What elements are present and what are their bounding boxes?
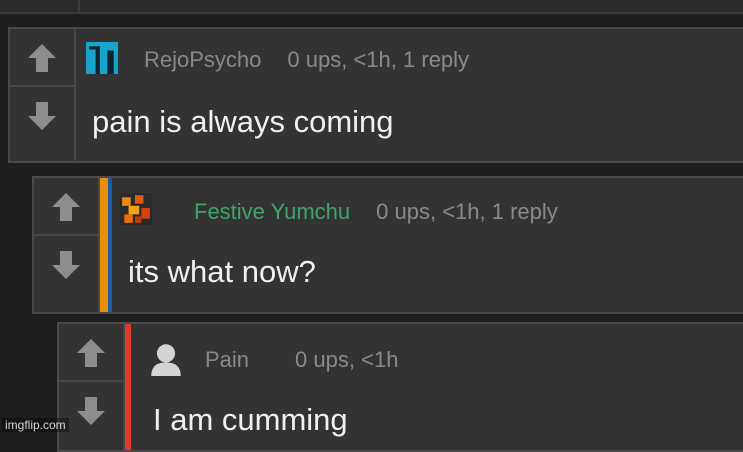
user-avatar[interactable] — [120, 192, 152, 226]
thread-color-bar — [100, 178, 108, 312]
divider — [78, 0, 80, 12]
vote-column — [34, 178, 100, 312]
comment-meta: Festive Yumchu 0 ups, <1h, 1 reply — [194, 196, 558, 228]
up-arrow-icon — [52, 193, 80, 221]
down-arrow-icon — [52, 251, 80, 279]
thread-color-bar-inner — [108, 178, 112, 312]
stat-sep: , — [348, 347, 362, 372]
upvote-button[interactable] — [10, 29, 74, 87]
comment-2: Festive Yumchu 0 ups, <1h, 1 reply its w… — [32, 176, 743, 314]
up-arrow-icon — [77, 339, 105, 367]
username-link[interactable]: Festive Yumchu — [194, 199, 350, 225]
downvote-button[interactable] — [10, 87, 74, 145]
comment-stats: 0 ups, <1h, 1 reply — [376, 199, 558, 225]
comment-stats: 0 ups, <1h — [295, 347, 398, 373]
stat-sep: , — [390, 47, 404, 72]
upvote-button[interactable] — [34, 178, 98, 236]
previous-comment-edge — [0, 0, 743, 14]
comment-1: RejoPsycho 0 ups, <1h, 1 reply pain is a… — [8, 27, 743, 163]
comment-body: I am cumming — [153, 402, 348, 437]
ups-count: 0 ups — [376, 199, 430, 224]
username-link[interactable]: Pain — [205, 347, 249, 373]
comment-time: <1h — [353, 47, 391, 72]
comment-body: its what now? — [128, 254, 316, 289]
reply-count[interactable]: 1 reply — [492, 199, 558, 225]
comment-time: <1h — [361, 347, 399, 372]
comment-meta: Pain 0 ups, <1h — [205, 344, 398, 376]
downvote-button[interactable] — [34, 236, 98, 294]
username-link[interactable]: RejoPsycho — [144, 47, 261, 73]
stat-sep: , — [479, 199, 492, 224]
watermark: imgflip.com — [2, 418, 69, 432]
comment-stats: 0 ups, <1h, 1 reply — [287, 47, 469, 73]
down-arrow-icon — [77, 397, 105, 425]
up-arrow-icon — [28, 44, 56, 72]
default-user-avatar-icon[interactable] — [149, 342, 183, 376]
comment-time: <1h — [442, 199, 480, 224]
comment-meta: RejoPsycho 0 ups, <1h, 1 reply — [144, 44, 469, 76]
vote-column — [59, 324, 125, 450]
stat-sep: , — [341, 47, 354, 72]
vote-column — [10, 29, 76, 161]
user-avatar[interactable] — [86, 41, 118, 75]
ups-count: 0 ups — [287, 47, 342, 72]
upvote-button[interactable] — [59, 324, 123, 382]
thread-color-bar — [125, 324, 131, 450]
comment-body: pain is always coming — [92, 104, 394, 139]
ups-count: 0 ups — [295, 347, 349, 372]
reply-count[interactable]: 1 reply — [403, 47, 469, 73]
stat-sep: , — [429, 199, 443, 224]
down-arrow-icon — [28, 102, 56, 130]
